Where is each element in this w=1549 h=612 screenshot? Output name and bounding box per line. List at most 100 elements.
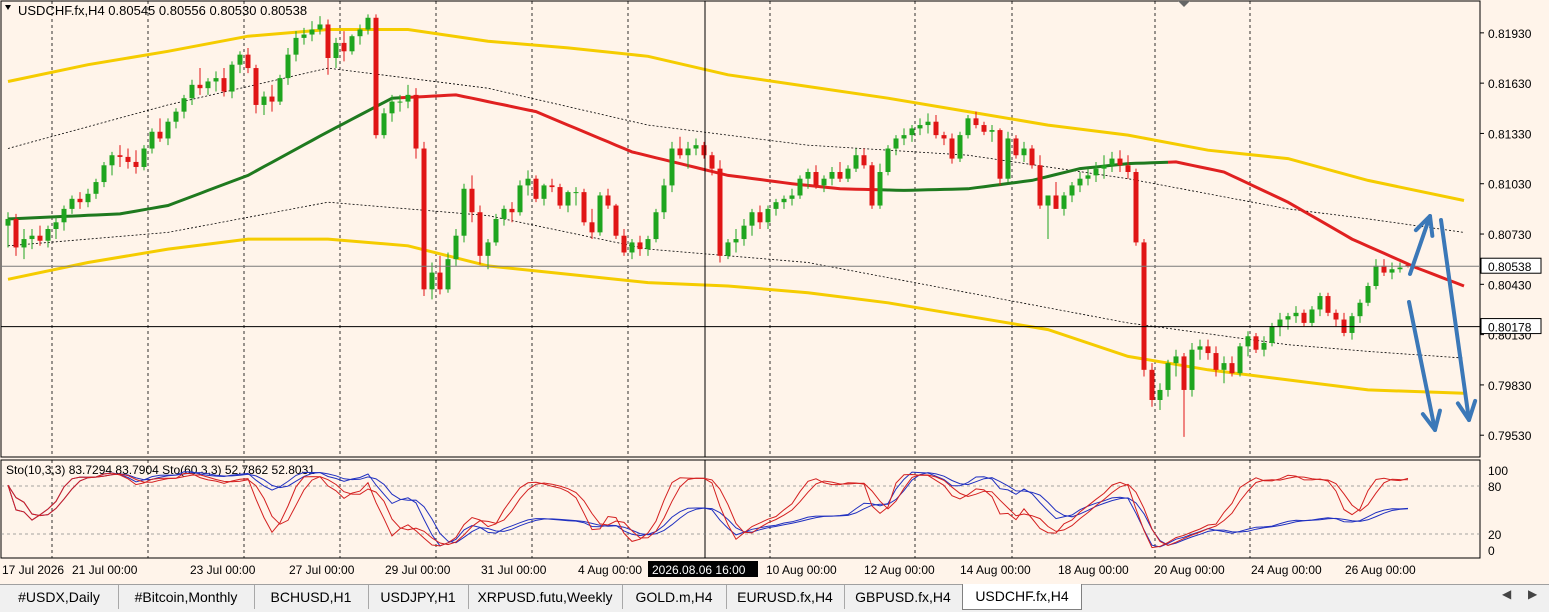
candle-body bbox=[637, 242, 643, 250]
x-tick-label: 26 Aug 00:00 bbox=[1345, 563, 1416, 577]
candle-body bbox=[1149, 369, 1155, 400]
candle-body bbox=[501, 208, 507, 219]
x-tick-label: 31 Jul 00:00 bbox=[481, 563, 547, 577]
x-tick-label: 17 Jul 2026 bbox=[2, 563, 64, 577]
candle-body bbox=[1093, 168, 1099, 176]
candle-body bbox=[157, 131, 163, 139]
candle-body bbox=[1013, 138, 1019, 156]
candle-body bbox=[1221, 363, 1227, 370]
candle-body bbox=[541, 185, 547, 199]
candle-body bbox=[701, 145, 707, 156]
price-chart[interactable]: 0.81930 0.81630 0.81330 0.81030 0.80730 0.804… bbox=[0, 0, 1549, 584]
chart-tab[interactable]: USDCHF.fx,H4 bbox=[962, 584, 1082, 610]
indicator-tick-label: 20 bbox=[1488, 528, 1502, 542]
candle-body bbox=[1157, 389, 1163, 400]
candle-body bbox=[1069, 185, 1075, 196]
candle-body bbox=[749, 212, 755, 226]
crosshair-time-label: 2026.08.06 16:00 bbox=[652, 563, 746, 577]
candle-body bbox=[45, 229, 51, 241]
crosshair-price-label: 0.80178 bbox=[1488, 321, 1532, 335]
candle-body bbox=[21, 239, 27, 248]
candle-body bbox=[1053, 195, 1059, 209]
candle-body bbox=[1125, 165, 1131, 172]
candle-body bbox=[1325, 296, 1331, 313]
candle-body bbox=[925, 121, 931, 126]
candle-body bbox=[469, 188, 475, 213]
x-tick-label: 24 Aug 00:00 bbox=[1251, 563, 1322, 577]
candle-body bbox=[1037, 165, 1043, 206]
candle-body bbox=[741, 225, 747, 240]
candle-body bbox=[13, 218, 19, 248]
chart-tab[interactable]: EURUSD.fx,H4 bbox=[726, 585, 845, 609]
candle-body bbox=[565, 192, 571, 206]
candle-body bbox=[1101, 165, 1107, 169]
candle-body bbox=[1061, 195, 1067, 209]
candle-body bbox=[1389, 269, 1395, 273]
y-tick-label: 0.81630 bbox=[1488, 77, 1532, 91]
candle-body bbox=[597, 195, 603, 233]
chart-tab[interactable]: GBPUSD.fx,H4 bbox=[844, 585, 963, 609]
candle-body bbox=[61, 208, 67, 223]
candle-body bbox=[37, 235, 43, 241]
x-tick-label: 10 Aug 00:00 bbox=[766, 563, 837, 577]
tab-scroll-left-icon[interactable]: ◀ bbox=[1502, 587, 1511, 601]
candle-body bbox=[5, 218, 11, 226]
chart-tab[interactable]: XRPUSD.futu,Weekly bbox=[468, 585, 623, 609]
candle-body bbox=[29, 235, 35, 240]
candle-body bbox=[869, 165, 875, 206]
candle-body bbox=[429, 272, 435, 290]
candle-body bbox=[1109, 158, 1115, 166]
candle-body bbox=[1021, 148, 1027, 156]
candle-body bbox=[525, 178, 531, 186]
chart-tab[interactable]: #USDX,Daily bbox=[0, 585, 119, 609]
candle-body bbox=[133, 161, 139, 167]
x-tick-label: 21 Jul 00:00 bbox=[72, 563, 138, 577]
candle-body bbox=[949, 138, 955, 159]
candle-body bbox=[125, 156, 131, 162]
candle-body bbox=[165, 121, 171, 139]
candle-body bbox=[381, 113, 387, 136]
candle-body bbox=[885, 148, 891, 172]
candle-body bbox=[1141, 242, 1147, 370]
candle-body bbox=[1373, 265, 1379, 286]
candle-body bbox=[421, 148, 427, 290]
chart-tab[interactable]: USDJPY,H1 bbox=[368, 585, 469, 609]
candle-body bbox=[1285, 316, 1291, 320]
candle-body bbox=[1133, 172, 1139, 243]
candle-body bbox=[1117, 158, 1123, 166]
candle-body bbox=[765, 208, 771, 223]
candle-body bbox=[693, 145, 699, 149]
candle-body bbox=[973, 118, 979, 126]
candle-body bbox=[965, 118, 971, 136]
candle-body bbox=[405, 94, 411, 102]
symbol-info-label: USDCHF.fx,H4 0.80545 0.80556 0.80530 0.8… bbox=[18, 3, 307, 18]
candle-body bbox=[757, 212, 763, 223]
candle-body bbox=[245, 54, 251, 69]
candle-body bbox=[1213, 353, 1219, 370]
candle-body bbox=[205, 81, 211, 89]
x-tick-label: 20 Aug 00:00 bbox=[1154, 563, 1225, 577]
candle-body bbox=[453, 235, 459, 260]
candle-body bbox=[573, 192, 579, 194]
candle-body bbox=[557, 187, 563, 206]
candle-body bbox=[677, 148, 683, 156]
candle-body bbox=[141, 148, 147, 167]
candle-body bbox=[1261, 343, 1267, 350]
chart-tab[interactable]: #Bitcoin,Monthly bbox=[118, 585, 255, 609]
candle-body bbox=[813, 172, 819, 186]
candle-body bbox=[981, 125, 987, 132]
candle-body bbox=[1045, 195, 1051, 206]
candle-body bbox=[213, 78, 219, 82]
chart-tab[interactable]: BCHUSD,H1 bbox=[254, 585, 369, 609]
candle-body bbox=[325, 24, 331, 58]
candle-body bbox=[1237, 346, 1243, 374]
candle-body bbox=[293, 37, 299, 55]
candle-body bbox=[629, 242, 635, 253]
tab-scroll-right-icon[interactable]: ▶ bbox=[1528, 587, 1537, 601]
candle-body bbox=[797, 178, 803, 196]
indicator-tick-label: 80 bbox=[1488, 480, 1502, 494]
candle-body bbox=[1277, 319, 1283, 327]
chart-tab[interactable]: GOLD.m,H4 bbox=[622, 585, 727, 609]
candle-body bbox=[661, 185, 667, 213]
candle-body bbox=[437, 272, 443, 290]
